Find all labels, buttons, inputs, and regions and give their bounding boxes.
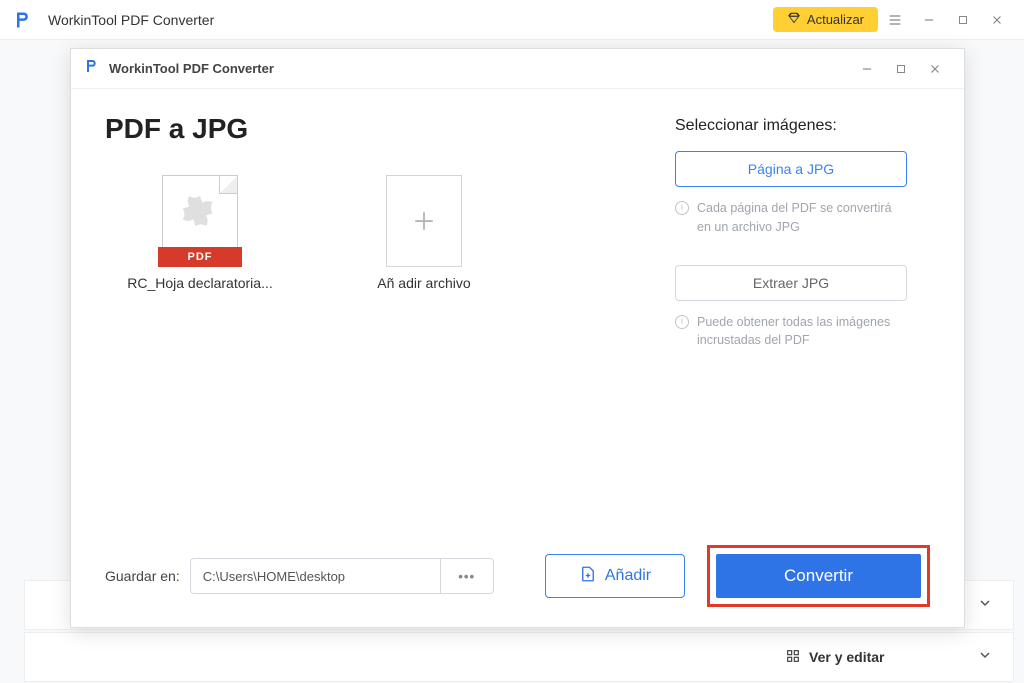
page-hint: i Cada página del PDF se convertirá en u…: [675, 199, 907, 237]
app-logo-icon: [10, 8, 34, 32]
info-icon: i: [675, 315, 689, 329]
dialog-logo-icon: [83, 58, 99, 79]
menu-icon[interactable]: [878, 5, 912, 35]
save-in-label: Guardar en:: [105, 568, 180, 584]
plus-icon: [386, 175, 462, 267]
add-file-label: Añ adir archivo: [339, 275, 509, 291]
close-icon[interactable]: [980, 5, 1014, 35]
dialog-title: WorkinTool PDF Converter: [109, 61, 274, 76]
dialog-close-icon[interactable]: [918, 54, 952, 84]
chevron-down-icon: [977, 647, 993, 668]
file-item[interactable]: PDF RC_Hoja declaratoria...: [115, 173, 285, 291]
extract-hint: i Puede obtener todas las imágenes incru…: [675, 313, 907, 351]
save-path-input[interactable]: [190, 558, 440, 594]
page-to-jpg-button[interactable]: Página a JPG: [675, 151, 907, 187]
pdf-file-icon: PDF: [162, 175, 238, 267]
bg-row-label-text: Ver y editar: [809, 649, 885, 665]
extract-hint-text: Puede obtener todas las imágenes incrust…: [697, 313, 907, 351]
browse-button[interactable]: •••: [440, 558, 494, 594]
convert-highlight-box: Convertir: [707, 545, 930, 607]
dialog-minimize-icon[interactable]: [850, 54, 884, 84]
add-file-icon: [579, 565, 597, 588]
add-file-tile[interactable]: Añ adir archivo: [339, 173, 509, 291]
info-icon: i: [675, 201, 689, 215]
right-pane: Seleccionar imágenes: Página a JPG i Cad…: [635, 113, 930, 549]
chevron-down-icon: [977, 595, 993, 616]
dialog-titlebar: WorkinTool PDF Converter: [71, 49, 964, 89]
dialog-heading: PDF a JPG: [105, 113, 635, 145]
convert-dialog: WorkinTool PDF Converter PDF a JPG PDF: [70, 48, 965, 628]
page-hint-text: Cada página del PDF se convertirá en un …: [697, 199, 907, 237]
convert-button[interactable]: Convertir: [716, 554, 921, 598]
main-titlebar: WorkinTool PDF Converter Actualizar: [0, 0, 1024, 40]
diamond-icon: [787, 11, 801, 28]
dialog-maximize-icon[interactable]: [884, 54, 918, 84]
add-button-label: Añadir: [605, 567, 651, 585]
minimize-icon[interactable]: [912, 5, 946, 35]
file-grid: PDF RC_Hoja declaratoria... Añ adir arch…: [105, 173, 635, 291]
extract-jpg-button[interactable]: Extraer JPG: [675, 265, 907, 301]
upgrade-label: Actualizar: [807, 12, 864, 27]
file-name: RC_Hoja declaratoria...: [115, 275, 285, 291]
left-pane: PDF a JPG PDF RC_Hoja declaratoria...: [105, 113, 635, 549]
upgrade-button[interactable]: Actualizar: [773, 7, 878, 32]
add-button[interactable]: Añadir: [545, 554, 685, 598]
dialog-footer: Guardar en: ••• Añadir Convertir: [105, 545, 930, 607]
bg-row-view-edit[interactable]: Ver y editar: [24, 632, 1014, 682]
right-heading: Seleccionar imágenes:: [675, 117, 930, 135]
main-window-title: WorkinTool PDF Converter: [48, 12, 214, 28]
pdf-badge: PDF: [158, 247, 242, 267]
grid-icon: [785, 648, 801, 667]
maximize-icon[interactable]: [946, 5, 980, 35]
